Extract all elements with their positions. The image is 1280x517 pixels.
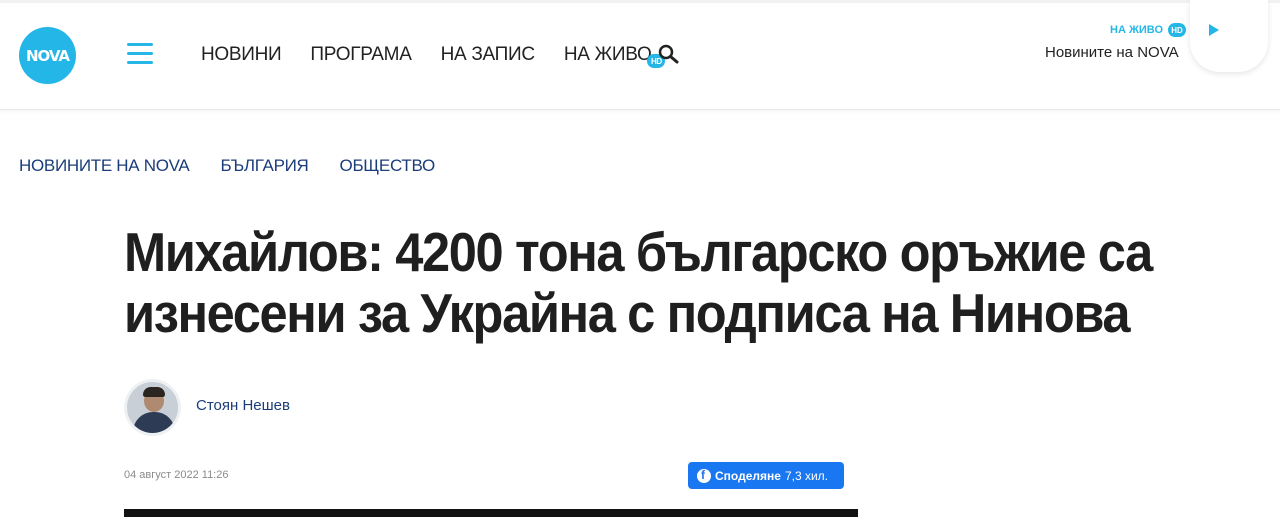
author-avatar[interactable]	[124, 379, 181, 436]
nav-item-program[interactable]: ПРОГРАМА	[310, 44, 411, 68]
nav-item-live-label: НА ЖИВО	[563, 44, 652, 65]
share-count: 7,3 хил.	[784, 468, 828, 483]
site-header: NOVA НОВИНИ ПРОГРАМА НА ЗАПИС НА ЖИВО HD…	[0, 0, 1280, 110]
search-icon[interactable]	[657, 43, 681, 65]
live-show-title[interactable]: Новините на NOVA	[1045, 44, 1179, 61]
article-headline: Михайлов: 4200 тона българско оръжие са …	[124, 221, 1153, 344]
main-navigation: НОВИНИ ПРОГРАМА НА ЗАПИС НА ЖИВО HD	[201, 44, 666, 68]
publish-date: 04 август 2022 11:26	[124, 469, 229, 481]
breadcrumb: НОВИНИТЕ НА NOVA БЪЛГАРИЯ ОБЩЕСТВО	[19, 156, 466, 176]
live-stream-widget[interactable]: НА ЖИВО HD Новините на NOVA	[1020, 0, 1280, 98]
share-label: Споделяне	[715, 468, 781, 483]
hamburger-menu-icon[interactable]	[127, 43, 153, 65]
header-top-border	[0, 0, 1280, 3]
nav-item-news[interactable]: НОВИНИ	[201, 44, 282, 68]
play-icon	[1209, 24, 1219, 36]
facebook-share-button[interactable]: Споделяне 7,3 хил.	[688, 462, 844, 489]
breadcrumb-item-society[interactable]: ОБЩЕСТВО	[340, 156, 436, 176]
breadcrumb-item-bulgaria[interactable]: БЪЛГАРИЯ	[220, 156, 308, 176]
play-button[interactable]	[1190, 0, 1268, 72]
nova-logo[interactable]: NOVA	[19, 27, 76, 84]
article-media-top-edge	[124, 509, 858, 517]
live-label: НА ЖИВО	[1110, 24, 1164, 36]
facebook-icon	[697, 468, 711, 483]
breadcrumb-item-nova-news[interactable]: НОВИНИТЕ НА NOVA	[19, 156, 190, 176]
author-name[interactable]: Стоян Нешев	[196, 397, 290, 414]
live-hd-badge: HD	[1168, 23, 1186, 37]
nav-item-recorded[interactable]: НА ЗАПИС	[441, 44, 536, 68]
nav-item-live[interactable]: НА ЖИВО HD	[563, 44, 666, 68]
